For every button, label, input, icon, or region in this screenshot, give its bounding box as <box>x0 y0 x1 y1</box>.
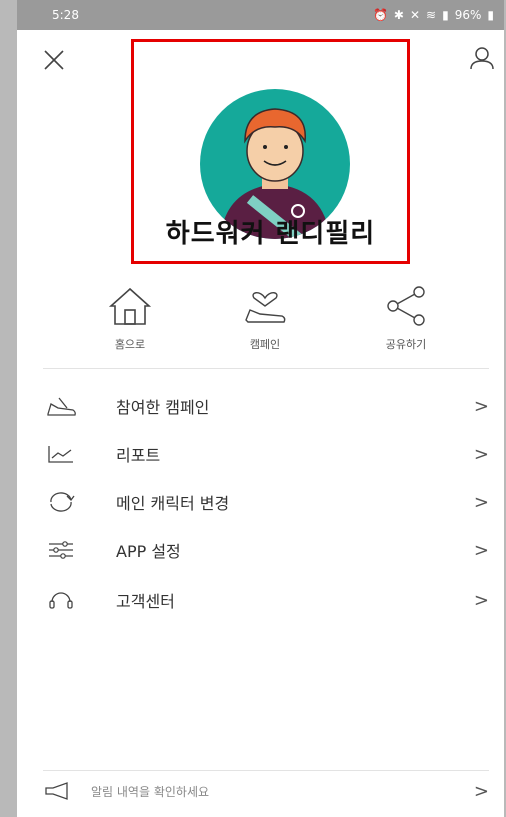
share-button[interactable]: 공유하기 <box>361 284 451 352</box>
profile-name: 하드워커 랜디필리 <box>165 219 376 249</box>
mute-icon: ✕ <box>409 8 421 22</box>
sneaker-icon <box>43 393 79 419</box>
menu-item-app-settings[interactable]: APP 설정 > <box>43 530 489 570</box>
sliders-icon <box>43 537 79 563</box>
close-button[interactable] <box>41 47 67 73</box>
bluetooth-icon: ✱ <box>393 8 404 22</box>
share-icon <box>387 286 425 326</box>
chevron-right-icon: > <box>473 395 489 417</box>
chevron-right-icon: > <box>473 589 489 611</box>
campaign-label: 캠페인 <box>249 338 281 351</box>
menu-item-label: 참여한 캠페인 <box>116 398 210 417</box>
user-icon <box>470 47 494 70</box>
menu-item-label: 메인 캐릭터 변경 <box>116 494 230 513</box>
signal-icon: ▮ <box>442 8 449 22</box>
alarm-icon: ⏰ <box>372 8 388 22</box>
chevron-right-icon: > <box>473 780 489 802</box>
status-time: 5:28 <box>52 8 79 22</box>
menu-item-customer-center[interactable]: 고객센터 > <box>43 580 489 620</box>
battery-text: 96% <box>454 8 482 22</box>
chevron-right-icon: > <box>473 443 489 465</box>
menu-item-label: 고객센터 <box>116 592 175 611</box>
wifi-icon: ≋ <box>426 8 437 22</box>
status-bar: 5:28 ⏰ ✱ ✕ ≋ ▮ 96% ▮ <box>17 0 504 30</box>
menu-item-label: APP 설정 <box>116 542 181 561</box>
chevron-right-icon: > <box>473 491 489 513</box>
status-icons: ⏰ ✱ ✕ ≋ ▮ 96% ▮ <box>373 8 494 22</box>
refresh-icon <box>43 489 79 515</box>
menu-item-change-character[interactable]: 메인 캐릭터 변경 > <box>43 482 489 522</box>
headset-icon <box>43 587 79 613</box>
close-icon <box>44 50 64 70</box>
profile-card[interactable]: 하드워커 랜디필리 <box>131 39 410 264</box>
campaign-button[interactable]: 캠페인 <box>220 284 310 352</box>
menu-item-report[interactable]: 리포트 > <box>43 434 489 474</box>
menu-item-joined-campaigns[interactable]: 참여한 캠페인 > <box>43 386 489 426</box>
share-label: 공유하기 <box>385 338 427 351</box>
notification-history-bar[interactable]: 알림 내역을 확인하세요 > <box>43 774 489 808</box>
my-account-button[interactable] <box>468 44 496 72</box>
divider <box>43 368 489 369</box>
home-icon <box>108 287 152 325</box>
home-label: 홈으로 <box>114 338 146 351</box>
chevron-right-icon: > <box>473 539 489 561</box>
chart-line-icon <box>43 441 79 467</box>
menu-item-label: 리포트 <box>116 446 161 465</box>
divider <box>43 770 489 771</box>
megaphone-icon <box>45 782 68 800</box>
sneaker-heart-icon <box>245 292 286 323</box>
battery-icon: ▮ <box>487 8 494 22</box>
notice-label: 알림 내역을 확인하세요 <box>91 784 210 799</box>
drawer-screen: 5:28 ⏰ ✱ ✕ ≋ ▮ 96% ▮ 하드워커 랜디필리 홈으로 캠페인 공… <box>17 0 504 817</box>
home-button[interactable]: 홈으로 <box>85 284 175 352</box>
